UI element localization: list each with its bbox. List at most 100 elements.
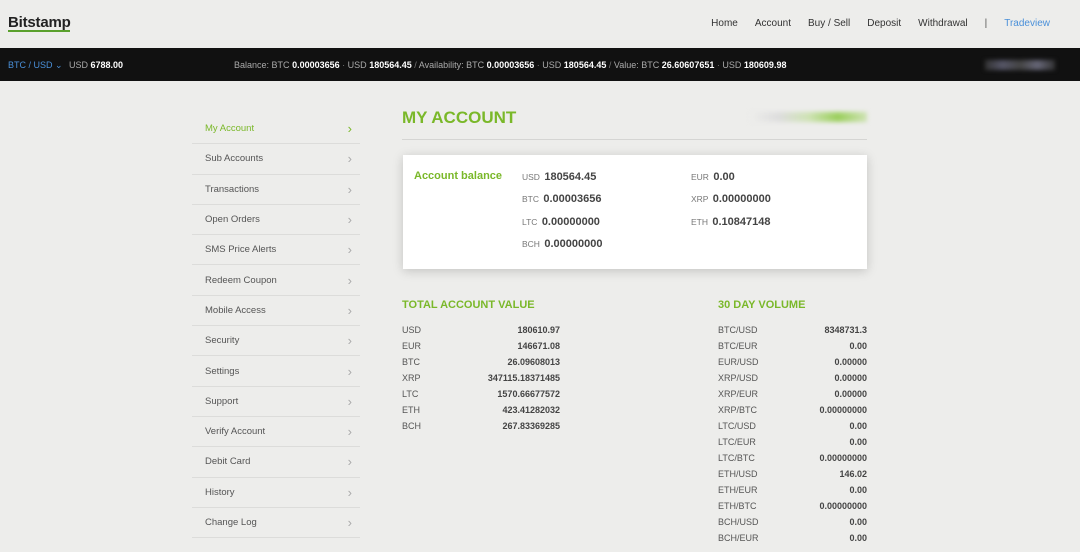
table-row: LTC/EUR 0.00 [718, 437, 867, 453]
balance-label: Balance: [234, 60, 270, 70]
chevron-right-icon: › [347, 424, 352, 440]
balance-btc-value: 0.00003656 [543, 193, 602, 205]
sidebar-item-sms-price-alerts[interactable]: SMS Price Alerts › [192, 235, 360, 266]
value-label: Value: [613, 60, 639, 70]
sidebar-item-label: Verify Account [205, 426, 266, 438]
sidebar-item-mobile-access[interactable]: Mobile Access › [192, 296, 360, 327]
sidebar-item-change-log[interactable]: Change Log › [192, 508, 360, 539]
table-row: EUR 146671.08 [402, 341, 560, 357]
row-value: 0.00000000 [819, 405, 867, 415]
sidebar-item-label: SMS Price Alerts [205, 244, 277, 256]
balance-btc-cur: BTC [271, 60, 290, 70]
value-usd-cur: USD [722, 60, 742, 70]
table-row: BTC/USD 8348731.3 [718, 325, 867, 341]
row-value: 180610.97 [517, 325, 560, 335]
sidebar-item-transactions[interactable]: Transactions › [192, 175, 360, 205]
table-row: ETH/USD 146.02 [718, 469, 867, 485]
sidebar-item-sub-accounts[interactable]: Sub Accounts › [192, 144, 360, 175]
main-nav: Home Account Buy / Sell Deposit Withdraw… [694, 18, 1050, 29]
nav-withdrawal[interactable]: Withdrawal [918, 18, 967, 29]
row-key: BCH/EUR [718, 533, 759, 543]
title-divider [402, 139, 867, 140]
thirty-day-volume-title: 30 DAY VOLUME [718, 299, 806, 311]
row-value: 26.09608013 [507, 357, 560, 367]
bitstamp-logo[interactable]: Bitstamp [8, 14, 71, 31]
row-key: BTC/EUR [718, 341, 758, 351]
balance-eur-cur: EUR [691, 172, 709, 182]
sidebar-item-label: My Account [205, 123, 255, 135]
row-value: 0.00000000 [819, 453, 867, 463]
row-key: BTC/USD [718, 325, 758, 335]
ticker-bar: BTC / USD ⌄ USD 6788.00 Balance: BTC 0.0… [0, 48, 1080, 81]
nav-account[interactable]: Account [755, 18, 791, 29]
nav-tradeview[interactable]: Tradeview [1004, 18, 1050, 29]
row-value: 0.00 [849, 437, 867, 447]
nav-deposit[interactable]: Deposit [867, 18, 901, 29]
balance-ltc-value: 0.00000000 [541, 216, 600, 228]
row-key: BCH [402, 421, 422, 431]
sidebar-item-my-account[interactable]: My Account › [192, 114, 360, 145]
row-value: 0.00000 [834, 373, 867, 383]
sidebar-item-label: Open Orders [205, 214, 260, 226]
balance-usd-cur: USD [522, 172, 540, 182]
table-row: XRP/USD 0.00000 [718, 373, 867, 389]
page-title: MY ACCOUNT [402, 108, 517, 127]
last-price: USD 6788.00 [69, 60, 123, 70]
balance-ltc-cur: LTC [522, 217, 538, 227]
row-key: ETH/BTC [718, 501, 757, 511]
row-key: LTC/BTC [718, 453, 755, 463]
row-key: LTC/USD [718, 421, 756, 431]
row-value: 267.83369285 [502, 421, 560, 431]
sidebar-item-settings[interactable]: Settings › [192, 356, 360, 387]
sidebar-item-label: Change Log [205, 517, 257, 528]
row-key: XRP [402, 373, 421, 383]
chevron-right-icon: › [347, 454, 352, 470]
balance-usd-value: 180564.45 [544, 171, 597, 183]
row-key: EUR/USD [718, 357, 759, 367]
blurred-username[interactable] [985, 60, 1055, 70]
table-row: ETH/EUR 0.00 [718, 485, 867, 501]
sidebar-item-label: Mobile Access [205, 304, 266, 316]
nav-home[interactable]: Home [711, 18, 738, 29]
row-key: LTC [402, 389, 419, 399]
balance-xrp-value: 0.00000000 [712, 193, 771, 205]
avail-btc: 0.00003656 [486, 60, 535, 70]
table-row: EUR/USD 0.00000 [718, 357, 867, 373]
chevron-right-icon: › [347, 151, 352, 167]
chevron-down-icon: ⌄ [55, 60, 63, 70]
row-value: 0.00 [849, 485, 867, 495]
balance-btc-cur: BTC [522, 194, 539, 204]
balance-bch: BCH 0.00000000 [522, 238, 602, 250]
avail-usd-cur: USD [542, 60, 562, 70]
row-value: 146671.08 [517, 341, 560, 351]
balance-usd: USD 180564.45 [522, 171, 596, 183]
row-value: 0.00 [849, 341, 867, 351]
value-btc-cur: BTC [641, 60, 660, 70]
chevron-right-icon: › [347, 242, 352, 258]
row-key: ETH [402, 405, 420, 415]
nav-buy-sell[interactable]: Buy / Sell [808, 18, 850, 29]
avail-btc-cur: BTC [466, 60, 485, 70]
sidebar-item-security[interactable]: Security › [192, 326, 360, 357]
total-account-value-title: TOTAL ACCOUNT VALUE [402, 299, 535, 311]
sidebar-item-label: History [205, 486, 235, 498]
balance-bch-cur: BCH [522, 239, 540, 249]
sidebar-item-label: Transactions [205, 183, 260, 195]
blurred-account-id [750, 112, 867, 122]
table-row: XRP/EUR 0.00000 [718, 389, 867, 405]
row-key: BCH/USD [718, 517, 759, 527]
table-row: LTC/BTC 0.00000000 [718, 453, 867, 469]
chevron-right-icon: › [347, 515, 352, 530]
sidebar-item-support[interactable]: Support › [192, 387, 360, 417]
sidebar-item-verify-account[interactable]: Verify Account › [192, 417, 360, 448]
sidebar-item-debit-card[interactable]: Debit Card › [192, 447, 360, 478]
balance-eth-cur: ETH [691, 217, 708, 227]
balance-ltc: LTC 0.00000000 [522, 216, 600, 228]
row-value: 0.00 [849, 421, 867, 431]
chevron-right-icon: › [347, 121, 352, 137]
sidebar-item-redeem-coupon[interactable]: Redeem Coupon › [192, 265, 360, 296]
pair-selector[interactable]: BTC / USD ⌄ [8, 60, 63, 71]
sidebar-item-open-orders[interactable]: Open Orders › [192, 205, 360, 236]
nav-separator: | [984, 18, 988, 29]
sidebar-item-history[interactable]: History › [192, 478, 360, 508]
